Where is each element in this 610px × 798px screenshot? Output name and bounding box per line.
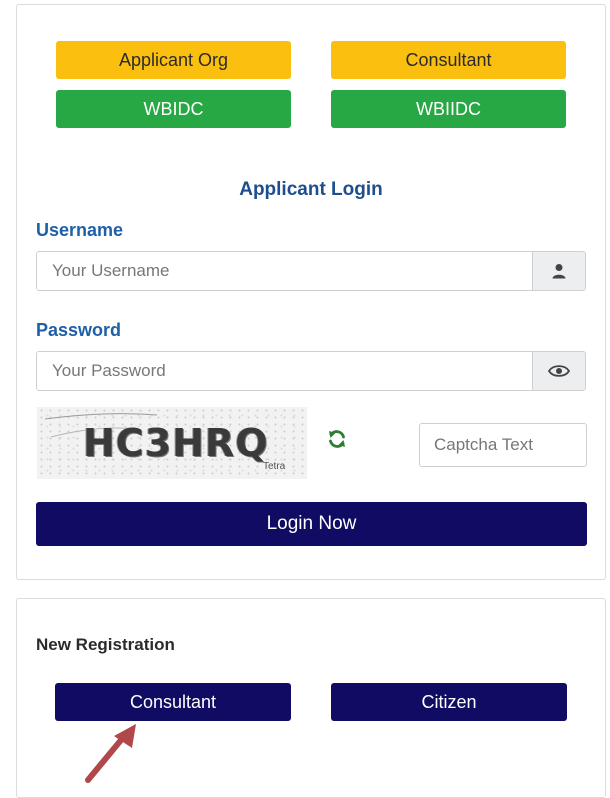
- password-field-group: [36, 351, 586, 391]
- wbiidc-button[interactable]: WBIIDC: [331, 90, 566, 128]
- username-input[interactable]: [37, 252, 532, 290]
- login-title: Applicant Login: [239, 179, 383, 200]
- captcha-code: HC3HRQ: [83, 421, 269, 465]
- user-icon: [532, 252, 585, 290]
- username-field-group: [36, 251, 586, 291]
- login-card: Applicant Org Consultant WBIDC WBIIDC Ap…: [16, 4, 606, 580]
- password-input[interactable]: [37, 352, 532, 390]
- captcha-image: HC3HRQ Tetra: [37, 407, 307, 479]
- arrow-icon: [85, 724, 136, 783]
- username-label: Username: [36, 220, 124, 240]
- applicant-org-button[interactable]: Applicant Org: [56, 41, 291, 79]
- refresh-icon[interactable]: [325, 427, 349, 451]
- eye-icon[interactable]: [532, 352, 585, 390]
- register-citizen-button[interactable]: Citizen: [331, 683, 567, 721]
- password-label: Password: [36, 320, 122, 340]
- registration-title: New Registration: [36, 635, 175, 654]
- captcha-input[interactable]: [419, 423, 587, 467]
- captcha-subtext: Tetra: [263, 461, 286, 472]
- wbidc-button[interactable]: WBIDC: [56, 90, 291, 128]
- register-consultant-button[interactable]: Consultant: [55, 683, 291, 721]
- login-button[interactable]: Login Now: [36, 502, 587, 546]
- consultant-role-button[interactable]: Consultant: [331, 41, 566, 79]
